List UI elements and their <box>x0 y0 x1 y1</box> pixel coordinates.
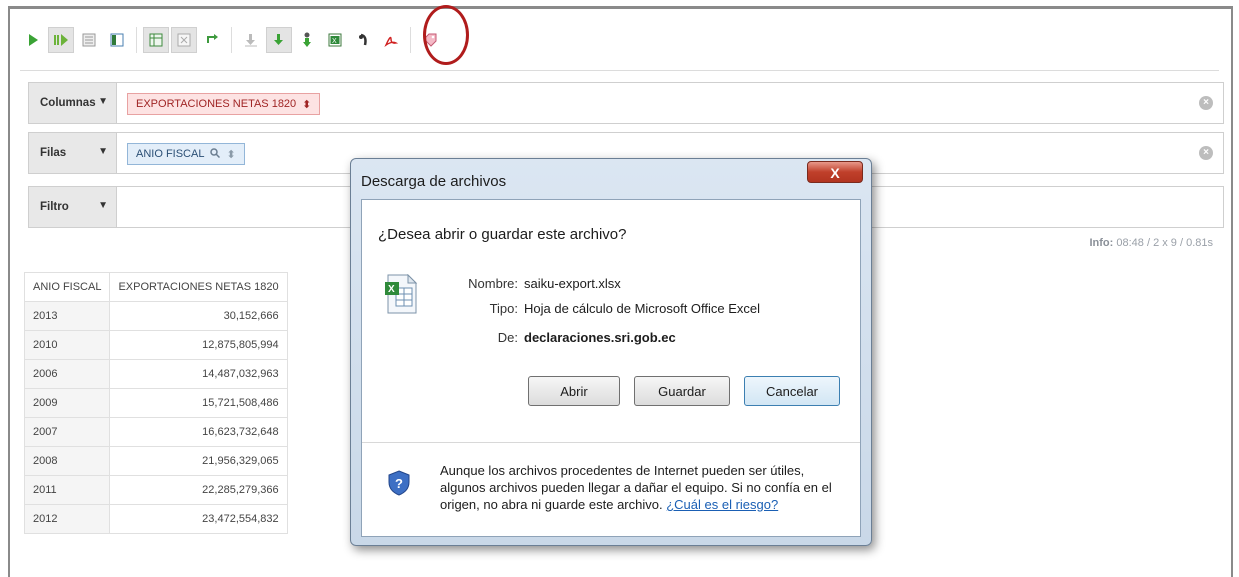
file-type: Hoja de cálculo de Microsoft Office Exce… <box>524 301 761 316</box>
file-download-dialog: Descarga de archivos X ¿Desea abrir o gu… <box>350 158 872 546</box>
tag-icon[interactable] <box>417 27 443 53</box>
column-header[interactable]: EXPORTACIONES NETAS 1820 <box>109 272 288 302</box>
risk-link[interactable]: ¿Cuál es el riesgo? <box>666 497 778 512</box>
svg-text:X: X <box>332 38 337 45</box>
svg-text:X: X <box>388 284 395 295</box>
query-info: Info: 08:48 / 2 x 9 / 0.81s <box>1089 237 1213 249</box>
show-mdx-icon[interactable] <box>238 27 264 53</box>
row-header[interactable]: 2010 <box>23 330 111 360</box>
file-name-row: Nombre: saiku-export.xlsx <box>468 276 621 291</box>
toolbar-separator <box>410 27 411 53</box>
security-shield-icon: ? <box>388 470 410 499</box>
export-xls-icon[interactable] <box>266 27 292 53</box>
clear-axis-icon[interactable]: × <box>1199 96 1213 110</box>
table-cell: 23,472,554,832 <box>109 504 288 534</box>
toggle-fields-icon[interactable] <box>76 27 102 53</box>
table-cell: 15,721,508,486 <box>109 388 288 418</box>
magnifier-icon[interactable] <box>210 147 221 161</box>
table-row: 2007 16,623,732,648 <box>23 417 288 447</box>
table-cell: 22,285,279,366 <box>109 475 288 505</box>
row-header[interactable]: 2013 <box>23 301 111 331</box>
row-header[interactable]: 2008 <box>23 446 111 476</box>
file-name: saiku-export.xlsx <box>524 276 621 291</box>
show-chart-icon[interactable] <box>350 27 376 53</box>
dialog-title: Descarga de archivos <box>361 173 507 190</box>
caret-down-icon[interactable]: ▼ <box>98 96 108 107</box>
automatic-execution-icon[interactable] <box>48 27 74 53</box>
result-table: ANIO FISCAL EXPORTACIONES NETAS 1820 201… <box>23 272 288 534</box>
run-query-icon[interactable] <box>20 27 46 53</box>
save-button[interactable]: Guardar <box>634 376 730 406</box>
row-header[interactable]: 2012 <box>23 504 111 534</box>
filter-axis-label[interactable]: Filtro ▼ <box>29 187 117 227</box>
caret-down-icon[interactable]: ▼ <box>98 146 108 157</box>
row-header[interactable]: 2006 <box>23 359 111 389</box>
file-source: declaraciones.sri.gob.ec <box>524 330 676 345</box>
close-button[interactable]: X <box>807 161 863 183</box>
table-row: 2013 30,152,666 <box>23 301 288 331</box>
table-row: 2009 15,721,508,486 <box>23 388 288 418</box>
table-row: 2010 12,875,805,994 <box>23 330 288 360</box>
table-row: 2006 14,487,032,963 <box>23 359 288 389</box>
table-cell: 30,152,666 <box>109 301 288 331</box>
svg-text:?: ? <box>395 476 403 491</box>
sort-icon[interactable]: ⬍ <box>226 148 235 161</box>
toolbar-separator <box>136 27 137 53</box>
export-csv-icon[interactable] <box>294 27 320 53</box>
non-empty-icon[interactable] <box>171 27 197 53</box>
table-row: 2008 21,956,329,065 <box>23 446 288 476</box>
security-warning: Aunque los archivos procedentes de Inter… <box>440 463 832 512</box>
dialog-body: ¿Desea abrir o guardar este archivo? X N… <box>361 199 861 537</box>
export-excel-icon[interactable]: X <box>322 27 348 53</box>
cancel-button[interactable]: Cancelar <box>744 376 840 406</box>
excel-file-icon: X <box>384 273 418 317</box>
toolbar-divider <box>20 70 1219 71</box>
table-cell: 21,956,329,065 <box>109 446 288 476</box>
open-button[interactable]: Abrir <box>528 376 620 406</box>
row-header[interactable]: 2009 <box>23 388 111 418</box>
toolbar-separator <box>231 27 232 53</box>
table-cell: 14,487,032,963 <box>109 359 288 389</box>
table-header-row: ANIO FISCAL EXPORTACIONES NETAS 1820 <box>23 272 288 302</box>
sort-icon[interactable]: ⬍ <box>302 98 311 111</box>
table-cell: 16,623,732,648 <box>109 417 288 447</box>
toolbar: X <box>20 20 443 60</box>
column-header[interactable]: ANIO FISCAL <box>23 272 111 302</box>
swap-axes-icon[interactable] <box>199 27 225 53</box>
dialog-divider <box>362 442 860 443</box>
table-row: 2011 22,285,279,366 <box>23 475 288 505</box>
clear-axis-icon[interactable]: × <box>1199 146 1213 160</box>
dialog-question: ¿Desea abrir o guardar este archivo? <box>378 226 627 243</box>
rows-chip[interactable]: ANIO FISCAL ⬍ <box>127 143 245 165</box>
toggle-sidebar-icon[interactable] <box>104 27 130 53</box>
columns-axis[interactable]: Columnas ▼ EXPORTACIONES NETAS 1820 ⬍ × <box>28 82 1224 124</box>
row-header[interactable]: 2011 <box>23 475 111 505</box>
file-source-row: De: declaraciones.sri.gob.ec <box>497 330 676 345</box>
row-header[interactable]: 2007 <box>23 417 111 447</box>
file-type-row: Tipo: Hoja de cálculo de Microsoft Office… <box>489 301 761 316</box>
caret-down-icon[interactable]: ▼ <box>98 200 108 211</box>
columns-chip[interactable]: EXPORTACIONES NETAS 1820 ⬍ <box>127 93 321 115</box>
columns-axis-label[interactable]: Columnas ▼ <box>29 83 117 123</box>
hide-parents-icon[interactable] <box>143 27 169 53</box>
export-pdf-icon[interactable] <box>378 27 404 53</box>
table-cell: 12,875,805,994 <box>109 330 288 360</box>
table-row: 2012 23,472,554,832 <box>23 504 288 534</box>
rows-axis-label[interactable]: Filas ▼ <box>29 133 117 173</box>
